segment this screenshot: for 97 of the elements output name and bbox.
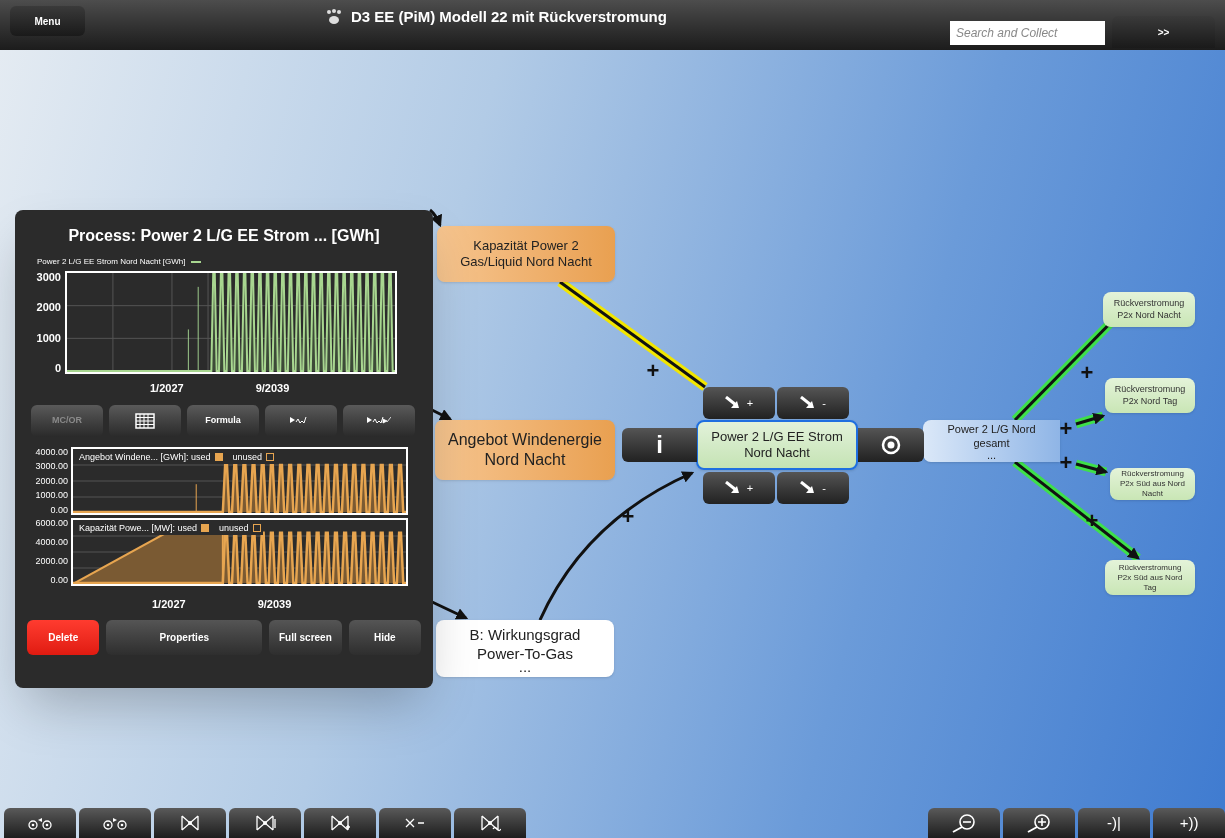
axis-label: 1/2027	[152, 596, 186, 612]
axis-label: 1/2027	[150, 381, 184, 396]
axis-label: 0.00	[50, 504, 68, 515]
chart-legend: Angebot Windene... [GWh]: used	[79, 450, 211, 464]
axis-label: 3000.00	[35, 461, 68, 471]
axis-label: 2000.00	[35, 475, 68, 486]
toolbar-button[interactable]	[304, 808, 376, 838]
play-wave-icon	[367, 415, 391, 426]
axis-label: 0.00	[50, 575, 68, 586]
more-indicator: ...	[518, 663, 532, 672]
toolbar-button[interactable]: +))	[1153, 808, 1225, 838]
toolbar-button[interactable]: -)|	[1078, 808, 1150, 838]
axis-label: 4000.00	[35, 446, 68, 457]
sign-label: +	[1059, 420, 1073, 436]
diagram-node[interactable]: Kapazität Power 2 Gas/Liquid Nord Nacht	[437, 226, 615, 282]
zoom-out-icon	[950, 813, 978, 833]
arrow-icon	[800, 396, 817, 410]
diagram-node[interactable]: Angebot Windenergie Nord Nacht	[435, 420, 615, 480]
legend-swatch	[214, 453, 223, 462]
toolbar-button[interactable]	[379, 808, 451, 838]
target-icon	[881, 435, 901, 455]
diagram-node[interactable]: Rückverstromung P2x Nord Nacht	[1103, 292, 1195, 327]
node-label: Rückverstromung P2x Nord Nacht	[1112, 298, 1186, 321]
chart-legend: unused	[232, 450, 263, 464]
axis-label: 4000.00	[35, 536, 68, 547]
network-icon	[179, 814, 201, 832]
action-button[interactable]: Delete	[27, 620, 100, 655]
diagram-node[interactable]: Power 2 L/G Nord gesamt ...	[923, 420, 1060, 462]
circles-icon	[28, 816, 52, 830]
diagram-node[interactable]: B: Wirkungsgrad Power-To-Gas ...	[436, 620, 614, 677]
paw-icon	[325, 9, 343, 26]
action-button[interactable]: Full screen	[269, 620, 342, 655]
sign-label: +	[621, 508, 635, 524]
focus-button[interactable]	[858, 428, 924, 462]
node-label: Power 2 L/G Nord gesamt	[946, 423, 1037, 451]
arrow-icon	[724, 481, 741, 495]
link-button[interactable]: -	[777, 387, 849, 419]
axis-label: 6000.00	[35, 517, 68, 528]
network-icon	[254, 814, 276, 832]
legend-swatch	[252, 524, 261, 533]
toolbar-button[interactable]	[79, 808, 151, 838]
sign-label: +	[646, 362, 660, 378]
node-label: Angebot Windenergie Nord Nacht	[447, 430, 603, 470]
connector-arrow	[429, 208, 442, 228]
axis-label: 1000.00	[35, 490, 68, 500]
network-icon	[479, 814, 501, 832]
toolbar-button[interactable]	[1003, 808, 1075, 838]
axis-label: 3000	[36, 271, 61, 283]
axis-label: 9/2039	[255, 381, 290, 396]
node-label: Kapazität Power 2 Gas/Liquid Nord Nacht	[459, 237, 593, 271]
sign-label: +	[1059, 454, 1073, 470]
search-field[interactable]: Search and Collect	[950, 21, 1105, 45]
axis-label: 0	[54, 362, 61, 374]
tool-button[interactable]: Formula	[187, 404, 259, 437]
table-icon	[135, 412, 155, 429]
chart-legend: Kapazität Powe... [MW]: used	[79, 521, 198, 535]
node-label: Power 2 L/G EE Strom Nord Nacht	[710, 428, 844, 462]
axis-label: 2000	[36, 301, 61, 314]
node-label: B: Wirkungsgrad Power-To-Gas	[468, 625, 582, 664]
legend-swatch	[201, 524, 210, 533]
toolbar-button[interactable]	[154, 808, 226, 838]
menu-button[interactable]: Menu	[10, 6, 85, 36]
axis-label: 1000	[36, 331, 61, 344]
cross-minus-icon	[404, 816, 426, 830]
toolbar-button[interactable]	[229, 808, 301, 838]
sign-label: +	[1080, 364, 1094, 380]
diagram-node[interactable]: Rückverstromung P2x Süd aus Nord Tag	[1105, 560, 1195, 595]
axis-label: 9/2039	[257, 596, 292, 612]
tool-button[interactable]	[343, 404, 415, 437]
network-icon	[329, 814, 351, 832]
toolbar-button[interactable]	[928, 808, 1000, 838]
info-button[interactable]: i	[622, 428, 697, 462]
zoom-in-icon	[1025, 813, 1053, 833]
node-label: Rückverstromung P2x Süd aus Nord Nacht	[1119, 469, 1186, 499]
chart-legend: unused	[219, 521, 249, 535]
toolbar-button[interactable]	[454, 808, 526, 838]
panel-title: Process: Power 2 L/G EE Strom ... [GWh]	[67, 226, 381, 246]
window-title: D3 EE (PiM) Modell 22 mit Rückverstromung	[351, 7, 667, 27]
diagram-node[interactable]: Rückverstromung P2x Süd aus Nord Nacht	[1110, 468, 1195, 500]
node-label: Rückverstromung P2x Nord Tag	[1113, 384, 1187, 407]
axis-label: 2000.00	[35, 556, 68, 567]
diagram-node[interactable]: Power 2 L/G EE Strom Nord Nacht	[696, 420, 858, 470]
link-button[interactable]: -	[777, 472, 849, 504]
diagram-node[interactable]: Rückverstromung P2x Nord Tag	[1105, 378, 1195, 413]
arrow-icon	[724, 396, 741, 410]
action-button[interactable]: Properties	[106, 620, 263, 655]
circles-icon	[103, 816, 127, 830]
link-button[interactable]: +	[703, 387, 775, 419]
arrow-icon	[800, 481, 817, 495]
more-indicator: ...	[986, 450, 997, 459]
link-button[interactable]: +	[703, 472, 775, 504]
action-button[interactable]: Hide	[348, 620, 421, 655]
tool-button[interactable]	[109, 404, 181, 437]
legend-swatch	[266, 453, 275, 462]
node-label: Rückverstromung P2x Süd aus Nord Tag	[1116, 562, 1184, 593]
chart-legend: Power 2 L/G EE Strom Nord Nacht [GWh]	[37, 256, 186, 268]
toolbar-button[interactable]	[4, 808, 76, 838]
